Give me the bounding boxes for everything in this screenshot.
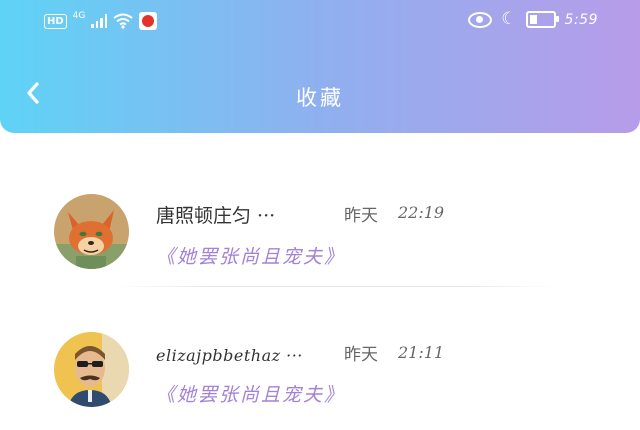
book-title[interactable]: 《她罢张尚且宠夫》 <box>156 380 345 407</box>
moon-icon: ☾ <box>501 9 517 29</box>
avatar[interactable] <box>54 194 129 269</box>
status-left: HD 4G <box>44 11 158 30</box>
app-header: HD 4G ☾ 5:59 收藏 <box>0 0 640 133</box>
list-item[interactable]: 唐照顿庄匀 ··· 昨天 22:19 《她罢张尚且宠夫》 <box>0 150 640 287</box>
avatar[interactable] <box>54 332 129 407</box>
divider <box>115 286 555 287</box>
status-bar: HD 4G ☾ 5:59 <box>0 0 640 42</box>
author-name: 唐照顿庄匀 ··· <box>156 205 276 227</box>
fox-avatar-icon <box>54 194 129 269</box>
status-time: 5:59 <box>564 11 598 28</box>
wifi-icon <box>113 13 133 29</box>
page-title: 收藏 <box>296 86 344 110</box>
author-name: elizajpbbethaz ··· <box>156 346 303 365</box>
man-with-mustache-avatar-icon <box>54 332 129 407</box>
list-item[interactable]: elizajpbbethaz ··· 昨天 21:11 《她罢张尚且宠夫》 <box>0 300 640 430</box>
favorite-time: 22:19 <box>398 203 445 222</box>
signal-icon <box>91 14 108 28</box>
battery-icon <box>525 11 559 28</box>
notification-app-icon <box>139 12 158 30</box>
network-type: 4G <box>72 11 86 21</box>
book-title[interactable]: 《她罢张尚且宠夫》 <box>156 242 345 269</box>
eye-icon <box>468 11 493 28</box>
status-right: ☾ 5:59 <box>468 11 598 28</box>
favorite-time: 21:11 <box>398 343 445 362</box>
hd-badge: HD <box>44 13 67 29</box>
favorite-day: 昨天 <box>344 345 378 365</box>
favorite-day: 昨天 <box>344 206 378 226</box>
